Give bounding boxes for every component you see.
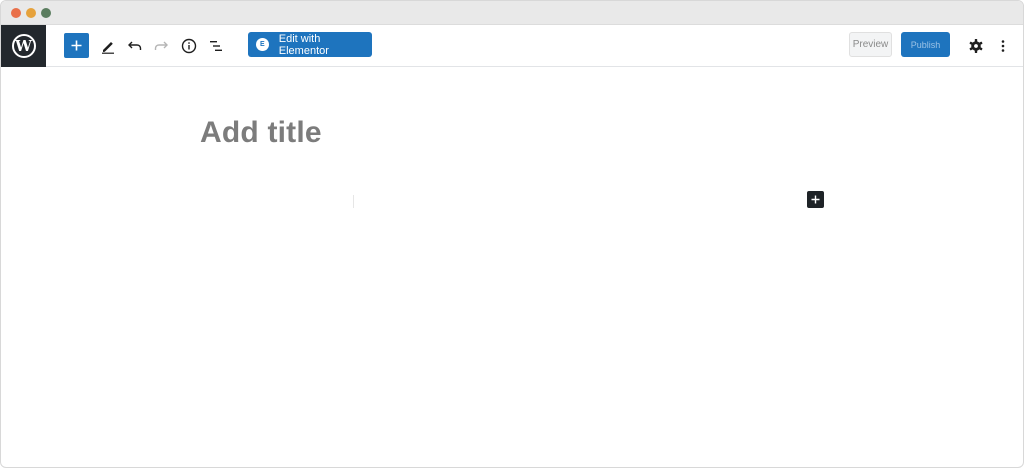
add-block-button[interactable] (64, 33, 89, 58)
redo-button (149, 34, 173, 58)
info-icon (181, 38, 197, 54)
browser-chrome-bar (1, 1, 1023, 25)
publish-button[interactable]: Publish (901, 32, 950, 57)
more-options-button[interactable] (991, 34, 1015, 58)
wordpress-icon: W (11, 34, 36, 58)
elementor-icon: E (256, 38, 269, 51)
block-inserter-button[interactable] (807, 191, 824, 208)
editor-window: W E Edit with Elementor Preview Publish … (0, 0, 1024, 468)
preview-button[interactable]: Preview (849, 32, 892, 57)
window-maximize-dot[interactable] (41, 8, 51, 18)
tools-button[interactable] (96, 34, 120, 58)
undo-button[interactable] (123, 34, 147, 58)
edit-with-elementor-label: Edit with Elementor (278, 32, 329, 57)
edit-with-elementor-button[interactable]: E Edit with Elementor (248, 32, 372, 57)
list-view-icon (210, 41, 222, 51)
details-button[interactable] (177, 34, 201, 58)
redo-icon (154, 41, 168, 50)
undo-icon (128, 41, 142, 50)
list-view-button[interactable] (204, 34, 228, 58)
plus-icon (71, 40, 82, 51)
gear-icon (969, 39, 983, 53)
pencil-icon (102, 42, 114, 54)
post-title-input[interactable]: Add title (200, 116, 322, 150)
window-close-dot[interactable] (11, 8, 21, 18)
window-minimize-dot[interactable] (26, 8, 36, 18)
kebab-menu-icon (1001, 40, 1005, 52)
plus-icon (811, 195, 820, 204)
wordpress-logo-button[interactable]: W (1, 25, 46, 67)
editor-top-toolbar: W E Edit with Elementor Preview Publish (1, 25, 1023, 67)
paragraph-caret (353, 195, 354, 208)
settings-button[interactable] (964, 34, 988, 58)
